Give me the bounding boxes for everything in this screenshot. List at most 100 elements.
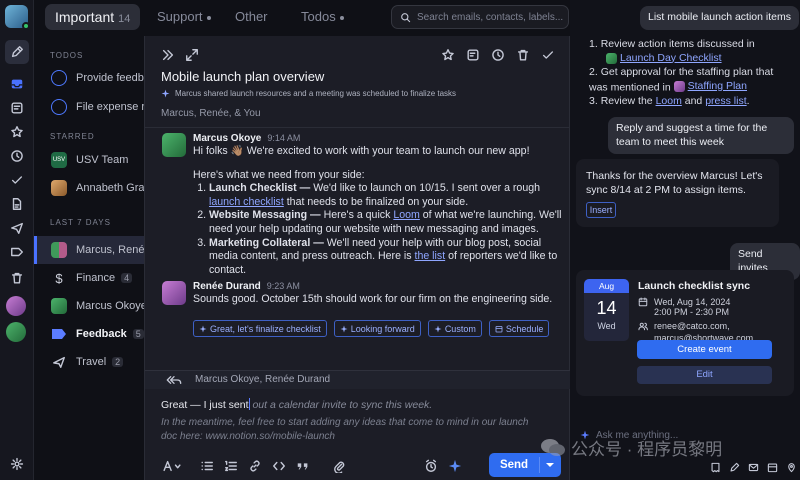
loom-link[interactable]: Loom bbox=[393, 209, 420, 221]
press-list-link[interactable]: press list bbox=[705, 95, 746, 107]
add-todo-icon[interactable] bbox=[466, 48, 480, 62]
inbox-icon[interactable] bbox=[5, 72, 29, 96]
schedule-send-icon[interactable] bbox=[424, 459, 438, 473]
loom-link[interactable]: Loom bbox=[656, 95, 682, 107]
list-item[interactable]: Feedback 5 bbox=[34, 321, 144, 347]
launch-checklist-link[interactable]: launch checklist bbox=[209, 196, 284, 208]
reply-recipients[interactable]: Marcus Okoye, Renée Durand bbox=[145, 371, 571, 389]
chevron-down-icon[interactable] bbox=[540, 460, 560, 470]
plane-icon bbox=[53, 356, 65, 368]
reporter-list-link[interactable]: the list bbox=[415, 250, 446, 262]
list-item[interactable]: Annabeth Gran bbox=[34, 175, 144, 201]
avatar bbox=[162, 133, 186, 157]
list-item[interactable]: Travel 2 bbox=[34, 349, 144, 375]
contact-avatar[interactable] bbox=[6, 322, 26, 342]
dollar-icon: $ bbox=[55, 270, 63, 286]
doc-chip[interactable]: Launch Day Checklist bbox=[606, 52, 722, 66]
insert-button[interactable]: Insert bbox=[586, 202, 616, 218]
notes-icon[interactable] bbox=[5, 96, 29, 120]
suggestion-chip[interactable]: Custom bbox=[427, 320, 482, 337]
edit-event-button[interactable]: Edit bbox=[637, 366, 772, 384]
tab-other[interactable]: Other bbox=[235, 9, 268, 24]
code-icon[interactable] bbox=[272, 459, 286, 473]
ai-assist-icon[interactable] bbox=[448, 459, 462, 473]
star-icon[interactable] bbox=[5, 120, 29, 144]
user-message: List mobile launch action items bbox=[640, 6, 799, 30]
list-item[interactable]: Marcus Okoye bbox=[34, 293, 144, 319]
user-message: Reply and suggest a time for the team to… bbox=[608, 117, 794, 154]
numbered-list-icon[interactable] bbox=[224, 459, 238, 473]
attachment-icon[interactable] bbox=[332, 459, 346, 473]
compose-body[interactable]: Great — I just sent out a calendar invit… bbox=[161, 398, 557, 412]
document-icon[interactable] bbox=[5, 192, 29, 216]
label-icon[interactable] bbox=[5, 240, 29, 264]
sender-name: Renée Durand bbox=[193, 281, 261, 292]
todo-item[interactable]: Provide feedback bbox=[34, 65, 144, 91]
message-header: Renée Durand 9:23 AM bbox=[193, 281, 300, 292]
unread-dot bbox=[206, 15, 211, 20]
tab-todos[interactable]: Todos bbox=[301, 9, 344, 24]
tab-support[interactable]: Support bbox=[157, 9, 211, 24]
settings-icon[interactable] bbox=[5, 452, 29, 476]
assistant-response: 1. Review action items discussed in Laun… bbox=[589, 38, 791, 109]
staffing-plan-link[interactable]: Staffing Plan bbox=[688, 80, 747, 94]
user-avatar[interactable] bbox=[5, 5, 30, 30]
list-item-selected[interactable]: Marcus, Renée bbox=[34, 236, 144, 264]
link-icon[interactable] bbox=[248, 459, 262, 473]
message-body: Sounds good. October 15th should work fo… bbox=[193, 293, 553, 305]
suggestion-chip[interactable]: Great, let's finalize checklist bbox=[193, 320, 327, 337]
mail-icon[interactable] bbox=[748, 462, 759, 473]
action-list: Launch Checklist — We'd like to launch o… bbox=[193, 182, 563, 277]
create-event-button[interactable]: Create event bbox=[637, 340, 772, 359]
action-line: Launch Day Checklist bbox=[589, 52, 791, 67]
reply-all-icon[interactable] bbox=[165, 375, 183, 385]
doc-chip[interactable]: Staffing Plan bbox=[673, 80, 747, 94]
thread-toolbar-left bbox=[161, 48, 199, 62]
action-line: 1. Review action items discussed in bbox=[589, 38, 755, 50]
search-input[interactable] bbox=[417, 11, 567, 23]
contact-avatar[interactable] bbox=[6, 296, 26, 316]
chip-label: Schedule bbox=[505, 323, 544, 334]
send-label: Send bbox=[499, 459, 529, 471]
quote-icon[interactable] bbox=[296, 459, 310, 473]
message-body: Hi folks 👋🏽 We're excited to work with y… bbox=[193, 145, 563, 277]
trash-icon[interactable] bbox=[516, 48, 530, 62]
expand-icon[interactable] bbox=[185, 48, 199, 62]
sparkle-icon bbox=[434, 325, 442, 332]
done-check-icon[interactable] bbox=[541, 48, 555, 62]
font-size-icon[interactable] bbox=[162, 459, 182, 473]
todo-item[interactable]: File expense report bbox=[34, 94, 144, 120]
search-bar[interactable] bbox=[391, 5, 569, 29]
schedule-chip[interactable]: Schedule bbox=[488, 320, 550, 337]
calendar-icon[interactable] bbox=[767, 462, 778, 473]
todo-check-icon[interactable] bbox=[51, 99, 67, 115]
sparkle-icon bbox=[340, 325, 348, 332]
item-text: We'd like to launch on 10/15. I sent ove… bbox=[310, 182, 541, 195]
ai-summary: Marcus shared launch resources and a mee… bbox=[161, 89, 456, 98]
collapse-icon[interactable] bbox=[161, 48, 175, 62]
pin-icon[interactable] bbox=[786, 462, 797, 473]
sent-icon[interactable] bbox=[5, 216, 29, 240]
event-title: Launch checklist sync bbox=[638, 280, 751, 292]
list-item-count: 4 bbox=[121, 273, 133, 283]
list-item[interactable]: $ Finance 4 bbox=[34, 265, 144, 291]
assistant-bottom-toolbar bbox=[710, 462, 800, 473]
bullet-list-icon[interactable] bbox=[200, 459, 214, 473]
compose-icon[interactable] bbox=[5, 40, 29, 64]
message-greeting: Hi folks 👋🏽 We're excited to work with y… bbox=[193, 145, 530, 157]
tab-important[interactable]: Important 14 bbox=[45, 4, 141, 30]
list-item-label: Annabeth Gran bbox=[76, 182, 144, 194]
snooze-clock-icon[interactable] bbox=[491, 48, 505, 62]
tab-label: Other bbox=[235, 9, 268, 24]
trash-icon[interactable] bbox=[5, 266, 29, 290]
clock-icon[interactable] bbox=[5, 144, 29, 168]
star-icon[interactable] bbox=[441, 48, 455, 62]
suggestion-chip[interactable]: Looking forward bbox=[333, 320, 421, 337]
list-item[interactable]: USV USV Team bbox=[34, 147, 144, 173]
receipt-icon[interactable] bbox=[710, 462, 721, 473]
compose-icon[interactable] bbox=[729, 462, 740, 473]
ai-ghost-text: out a calendar invite to sync this week. bbox=[249, 399, 433, 411]
todo-check-icon[interactable] bbox=[51, 70, 67, 86]
done-check-icon[interactable] bbox=[5, 168, 29, 192]
launch-day-checklist-link[interactable]: Launch Day Checklist bbox=[620, 52, 722, 66]
